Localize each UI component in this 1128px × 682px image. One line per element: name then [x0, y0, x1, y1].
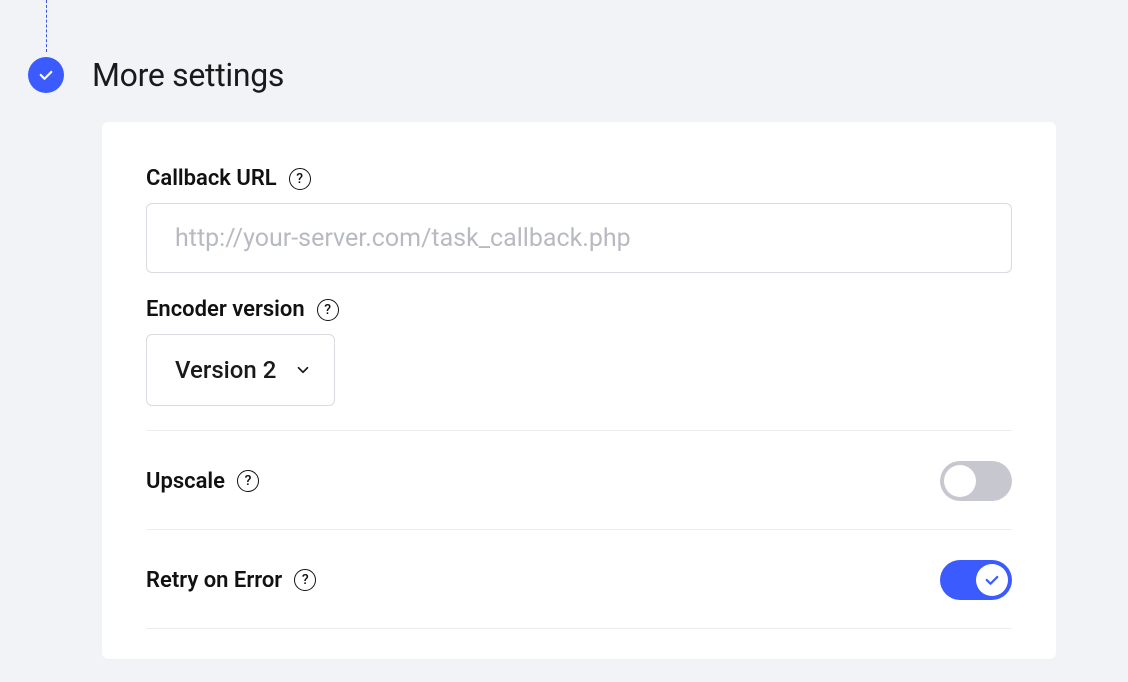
help-icon[interactable]: ? — [289, 168, 311, 190]
retry-on-error-label: Retry on Error — [146, 568, 282, 593]
encoder-version-select[interactable]: Version 2 — [146, 334, 335, 406]
retry-on-error-row: Retry on Error ? — [146, 530, 1012, 629]
upscale-toggle[interactable] — [940, 461, 1012, 501]
section-header: More settings — [28, 56, 1128, 94]
help-icon[interactable]: ? — [294, 569, 316, 591]
encoder-version-field: Encoder version ? Version 2 — [146, 297, 1012, 406]
help-icon[interactable]: ? — [237, 470, 259, 492]
callback-url-field: Callback URL ? — [146, 166, 1012, 273]
section-title: More settings — [92, 56, 284, 94]
step-complete-icon — [28, 57, 64, 93]
timeline-connector — [46, 0, 47, 52]
encoder-version-value: Version 2 — [175, 356, 276, 384]
toggle-knob — [976, 564, 1008, 596]
callback-url-label: Callback URL — [146, 166, 277, 191]
retry-on-error-toggle[interactable] — [940, 560, 1012, 600]
chevron-down-icon — [294, 361, 312, 379]
upscale-label: Upscale — [146, 469, 225, 494]
help-icon[interactable]: ? — [317, 299, 339, 321]
settings-card: Callback URL ? Encoder version ? Version… — [102, 122, 1056, 659]
callback-url-input[interactable] — [146, 203, 1012, 273]
upscale-row: Upscale ? — [146, 431, 1012, 530]
toggle-knob — [944, 465, 976, 497]
encoder-version-label: Encoder version — [146, 297, 305, 322]
